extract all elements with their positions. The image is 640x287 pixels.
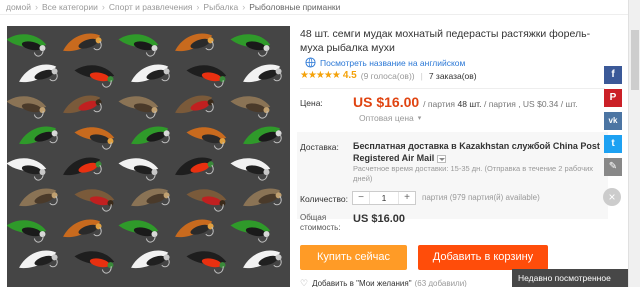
edit-icon[interactable]: ✎ — [604, 158, 622, 176]
price-unit-suffix: / партия , US $0.34 / шт. — [484, 99, 578, 109]
price-row: US $16.00 / партия 48 шт. / партия , US … — [353, 94, 578, 110]
breadcrumb-fishing[interactable]: Рыбалка — [203, 2, 238, 12]
quantity-available: партия (979 партия(й) available) — [422, 193, 540, 202]
shipping-label: Доставка: — [300, 142, 339, 152]
fishing-flies-photo — [7, 26, 290, 287]
price-label: Цена: — [300, 98, 323, 108]
breadcrumb-separator: › — [196, 2, 200, 12]
price-value: US $16.00 — [353, 94, 420, 110]
translate-link-label: Посмотреть название на английском — [320, 57, 466, 68]
recently-viewed-tab[interactable]: Недавно посмотренное — [512, 269, 628, 287]
pinterest-icon[interactable]: P — [604, 89, 622, 107]
quantity-decrease-button[interactable]: − — [353, 192, 369, 204]
translate-icon — [305, 57, 316, 68]
breadcrumb-sports[interactable]: Спорт и развлечения — [109, 2, 193, 12]
breadcrumb: домой › Все категории › Спорт и развлече… — [6, 1, 340, 13]
price-unit-prefix: / партия — [423, 99, 456, 109]
social-share-bar: f P vk t ✎ — [604, 66, 622, 181]
add-to-wishlist-link[interactable]: ♡ Добавить в "Мои желания" (63 добавили) — [300, 278, 467, 287]
scrollbar-thumb[interactable] — [631, 30, 639, 90]
twitter-icon[interactable]: t — [604, 135, 622, 153]
breadcrumb-all-categories[interactable]: Все категории — [42, 2, 98, 12]
rating-votes[interactable]: (9 голоса(ов)) — [361, 71, 415, 81]
product-title: 48 шт. семги мудак мохнатый педерасты ра… — [300, 28, 591, 54]
wholesale-price-toggle[interactable]: Оптовая цена ▾ — [359, 113, 421, 123]
rating-separator: | — [420, 70, 423, 81]
shipping-method-label: Бесплатная доставка в Kazakhstan службой… — [353, 141, 600, 163]
shipping-time: Расчетное время доставки: 15-35 дн. (Отп… — [353, 164, 594, 183]
wholesale-label: Оптовая цена — [359, 113, 414, 123]
total-value: US $16.00 — [353, 213, 405, 225]
add-to-cart-button[interactable]: Добавить в корзину — [418, 245, 548, 270]
total-label-line1: Общая — [300, 213, 327, 222]
quantity-stepper: − 1 + — [352, 191, 416, 205]
facebook-icon[interactable]: f — [604, 66, 622, 84]
shipping-method[interactable]: Бесплатная доставка в Kazakhstan службой… — [353, 140, 603, 164]
breadcrumb-home[interactable]: домой — [6, 2, 31, 12]
rating-value: 4.5 — [342, 70, 357, 81]
breadcrumb-separator: › — [101, 2, 105, 12]
quantity-label: Количество: — [300, 194, 349, 204]
chevron-down-icon: ▾ — [417, 115, 422, 122]
orders-count: 7 заказа(ов) — [428, 70, 477, 81]
product-image[interactable] — [7, 26, 290, 287]
scrollbar[interactable] — [628, 0, 640, 287]
header-divider — [0, 14, 628, 15]
breadcrumb-separator: › — [35, 2, 39, 12]
total-label: Общая стоимость: — [300, 213, 341, 233]
total-label-line2: стоимость: — [300, 223, 341, 232]
quantity-increase-button[interactable]: + — [399, 192, 415, 204]
wishlist-count: (63 добавили) — [414, 279, 467, 287]
dropdown-icon[interactable] — [437, 154, 447, 163]
breadcrumb-separator: › — [242, 2, 246, 12]
vk-icon[interactable]: vk — [604, 112, 622, 130]
rating-stars-icon: ★★★★★ — [300, 70, 341, 81]
close-icon[interactable]: × — [603, 188, 621, 206]
buy-now-button[interactable]: Купить сейчас — [300, 245, 407, 270]
heart-icon: ♡ — [300, 278, 309, 287]
translate-link[interactable]: Посмотреть название на английском — [305, 57, 465, 68]
wishlist-label: Добавить в "Мои желания" — [312, 279, 412, 287]
price-unit-count: 48 шт. — [457, 99, 482, 109]
rating-row: ★★★★★ 4.5 (9 голоса(ов)) | 7 заказа(ов) — [300, 70, 477, 81]
divider — [300, 88, 605, 89]
quantity-input[interactable]: 1 — [369, 192, 399, 204]
breadcrumb-current: Рыболовные приманки — [249, 2, 341, 12]
